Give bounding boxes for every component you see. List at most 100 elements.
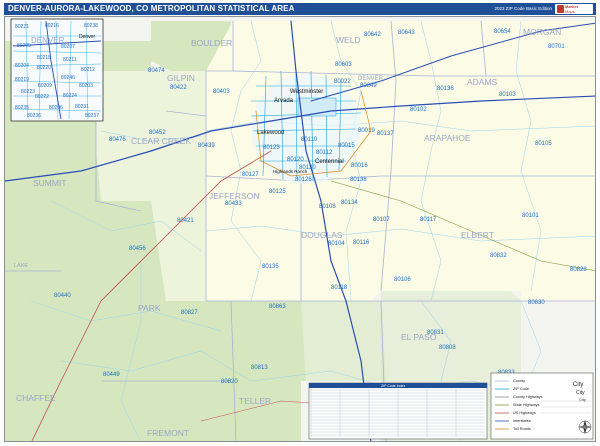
zip-label: 80107 bbox=[373, 217, 390, 223]
legend-item-label: ZIP Code bbox=[513, 387, 529, 391]
zip-label: 80223 bbox=[21, 89, 35, 95]
zip-label: 80808 bbox=[439, 345, 456, 351]
zip-label: 80642 bbox=[364, 32, 381, 38]
zip-label: 80654 bbox=[494, 29, 511, 35]
zip-label: 80220 bbox=[37, 65, 51, 71]
legend-item-label: State Highways bbox=[513, 403, 539, 407]
zip-label: 80832 bbox=[490, 253, 507, 259]
zip-label: 80137 bbox=[377, 131, 394, 137]
index-table-title: ZIP Code Index bbox=[381, 384, 406, 388]
zip-label: 80456 bbox=[129, 246, 146, 252]
zip-label: 80476 bbox=[109, 137, 126, 143]
zip-label: 80224 bbox=[63, 93, 77, 99]
zip-label: 80209 bbox=[38, 83, 52, 89]
legend-item-label: US Highways bbox=[513, 411, 536, 415]
zip-label: 80015 bbox=[338, 143, 355, 149]
county-label-jefferson: JEFFERSON bbox=[209, 191, 260, 201]
county-label-fremont: FREMONT bbox=[147, 428, 189, 438]
county-label-denver: DENVER bbox=[358, 76, 384, 82]
logo-line-2: Maps bbox=[565, 8, 575, 14]
zip-label: 80205 bbox=[17, 43, 31, 49]
zip-label: 80701 bbox=[548, 44, 565, 50]
zip-label: 80231 bbox=[75, 104, 89, 110]
zip-label: 80830 bbox=[528, 300, 545, 306]
inset-title: DENVER bbox=[31, 36, 65, 45]
county-label-summit: SUMMIT bbox=[33, 178, 67, 188]
zip-label: 80138 bbox=[350, 177, 367, 183]
zip-label: 80104 bbox=[328, 241, 345, 247]
city-label-westminster: Westminster bbox=[290, 89, 323, 95]
legend-place-label: City bbox=[576, 390, 585, 396]
zip-label: 80827 bbox=[181, 310, 198, 316]
city-label-lakewood: Lakewood bbox=[257, 130, 284, 136]
map-svg: BOULDER WELD MORGAN ADAMS GILPIN CLEAR C… bbox=[5, 17, 595, 441]
county-label-gilpin: GILPIN bbox=[167, 73, 195, 83]
map-page: DENVER-AURORA-LAKEWOOD, CO METROPOLITAN … bbox=[0, 0, 600, 446]
zip-label: 80246 bbox=[61, 75, 75, 81]
county-label-morgan: MORGAN bbox=[523, 27, 561, 37]
county-label-elbert: ELBERT bbox=[461, 230, 494, 240]
zip-label: 80421 bbox=[177, 218, 194, 224]
zip-index-table: ZIP Code Index bbox=[308, 382, 488, 440]
county-label-boulder: BOULDER bbox=[191, 38, 232, 48]
legend-place-label: City bbox=[573, 382, 583, 388]
zip-label: 80123 bbox=[263, 145, 280, 151]
zip-label: 80203 bbox=[79, 83, 93, 89]
zip-label: 80212 bbox=[81, 67, 95, 73]
zip-label: 80249 bbox=[360, 83, 377, 89]
zip-label: 80117 bbox=[420, 217, 437, 223]
city-label-centennial: Centennial bbox=[315, 159, 344, 165]
zip-label: 80102 bbox=[410, 107, 427, 113]
map-canvas: BOULDER WELD MORGAN ADAMS GILPIN CLEAR C… bbox=[4, 16, 596, 442]
inset-map: DENVER Denver 80221 80216 80238 80205 80… bbox=[10, 18, 104, 122]
zip-label: 80130 bbox=[299, 165, 316, 171]
zip-label: 80134 bbox=[341, 200, 358, 206]
zip-label: 80022 bbox=[334, 79, 351, 85]
zip-label: 80433 bbox=[225, 201, 242, 207]
zip-label: 80118 bbox=[331, 285, 348, 291]
zip-label: 80439 bbox=[198, 143, 215, 149]
zip-label: 80237 bbox=[85, 113, 99, 119]
legend: County ZIP Code County Highways State Hi… bbox=[490, 372, 594, 440]
zip-label: 80216 bbox=[45, 23, 59, 29]
zip-label: 80103 bbox=[499, 92, 516, 98]
zip-label: 80112 bbox=[316, 150, 333, 156]
county-label-arapahoe: ARAPAHOE bbox=[424, 133, 471, 143]
legend-item-label: County Highways bbox=[513, 395, 543, 399]
zip-label: 80603 bbox=[335, 62, 352, 68]
zip-label: 80236 bbox=[27, 113, 41, 119]
zip-label: 80218 bbox=[37, 55, 51, 61]
zip-label: 80106 bbox=[394, 277, 411, 283]
county-label-douglas: DOUGLAS bbox=[301, 230, 343, 240]
map-title: DENVER-AURORA-LAKEWOOD, CO METROPOLITAN … bbox=[8, 4, 295, 13]
zip-label: 80440 bbox=[54, 293, 71, 299]
legend-item-label: Interstates bbox=[513, 419, 531, 423]
county-label-teller: TELLER bbox=[239, 396, 271, 406]
zip-label: 80204 bbox=[15, 63, 29, 69]
zip-label: 80863 bbox=[269, 304, 286, 310]
zip-label: 80101 bbox=[522, 213, 539, 219]
county-label-park: PARK bbox=[138, 303, 161, 313]
zip-label: 80127 bbox=[242, 172, 259, 178]
zip-label: 80643 bbox=[398, 30, 415, 36]
county-label-clear-creek: CLEAR CREEK bbox=[131, 136, 191, 146]
legend-item-label: Toll Roads bbox=[513, 427, 531, 431]
zip-label: 80222 bbox=[35, 94, 49, 100]
zip-label: 80206 bbox=[49, 105, 63, 111]
zip-label: 80136 bbox=[437, 86, 454, 92]
zip-label: 80422 bbox=[170, 85, 187, 91]
zip-label: 80016 bbox=[351, 163, 368, 169]
zip-label: 80211 bbox=[63, 57, 77, 63]
zip-label: 80221 bbox=[15, 24, 29, 30]
zip-label: 80207 bbox=[61, 44, 75, 50]
zip-label: 80831 bbox=[427, 330, 444, 336]
zip-label: 80403 bbox=[213, 89, 230, 95]
city-label-arvada: Arvada bbox=[274, 98, 294, 104]
county-label-adams: ADAMS bbox=[467, 77, 498, 87]
edition-label: 2023 ZIP Code Basic Edition bbox=[494, 6, 552, 11]
zip-label: 80238 bbox=[84, 23, 98, 29]
zip-label: 80125 bbox=[269, 189, 286, 195]
zip-label: 80019 bbox=[358, 128, 375, 134]
terrain-patch bbox=[301, 301, 386, 381]
zip-label: 80110 bbox=[301, 137, 318, 143]
